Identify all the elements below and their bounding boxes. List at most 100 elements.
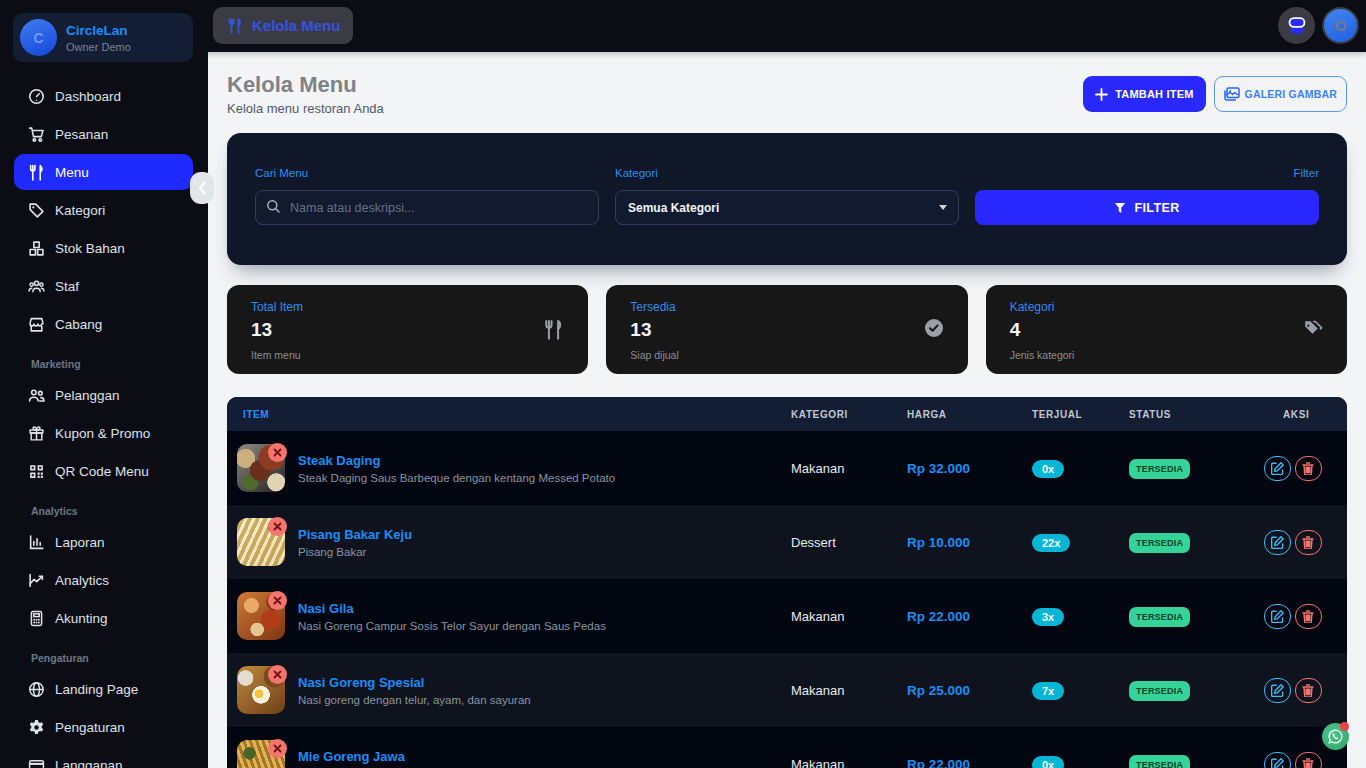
menu-item-name[interactable]: Nasi Goreng Spesial — [298, 675, 531, 690]
boxes-icon — [28, 240, 45, 257]
sidebar-item-dashboard[interactable]: Dashboard — [14, 78, 193, 114]
users-group-icon — [28, 278, 45, 295]
cart-icon — [28, 126, 45, 143]
add-item-button[interactable]: TAMBAH ITEM — [1083, 76, 1205, 112]
gallery-button[interactable]: GALERI GAMBAR — [1214, 76, 1347, 112]
remove-image-button[interactable] — [268, 665, 287, 684]
sold-badge: 22x — [1032, 534, 1070, 552]
sidebar: C CircleLan Owner Demo Dashboard Pesanan… — [0, 0, 208, 768]
sidebar-section-analytics: Analytics — [31, 505, 193, 518]
sidebar-item-kategori[interactable]: Kategori — [14, 192, 193, 228]
filter-label: Filter — [975, 166, 1319, 180]
trash-icon — [1302, 684, 1314, 697]
menu-item-description: Nasi goreng dengan telur, ayam, dan sayu… — [298, 694, 531, 706]
menu-item-photo — [237, 666, 285, 714]
topbar-page-badge: Kelola Menu — [213, 7, 353, 44]
edit-button[interactable] — [1264, 752, 1291, 768]
status-badge: TERSEDIA — [1129, 533, 1190, 553]
menu-item-category: Makanan — [791, 609, 907, 624]
stat-title: Kategori — [1010, 300, 1323, 314]
sidebar-profile-card[interactable]: C CircleLan Owner Demo — [13, 13, 193, 62]
sidebar-item-qr-code-menu[interactable]: QR Code Menu — [14, 453, 193, 489]
edit-icon — [1271, 462, 1284, 475]
edit-button[interactable] — [1264, 678, 1291, 703]
customers-icon — [28, 387, 45, 404]
user-avatar[interactable]: O — [1322, 7, 1359, 44]
sidebar-item-kupon-promo[interactable]: Kupon & Promo — [14, 415, 193, 451]
tag-icon — [28, 202, 45, 219]
menu-item-name[interactable]: Steak Daging — [298, 453, 615, 468]
menu-item-description: Pisang Bakar — [298, 546, 412, 558]
edit-icon — [1271, 758, 1284, 768]
qr-code-icon — [28, 463, 45, 480]
sidebar-item-landing-page[interactable]: Landing Page — [14, 671, 193, 707]
page-subtitle: Kelola menu restoran Anda — [227, 101, 384, 117]
table-row: Nasi Goreng Spesial Nasi goreng dengan t… — [227, 653, 1347, 727]
menu-item-category: Makanan — [791, 461, 907, 476]
sidebar-item-staf[interactable]: Staf — [14, 268, 193, 304]
remove-image-button[interactable] — [268, 739, 287, 758]
delete-button[interactable] — [1295, 604, 1322, 629]
table-row: Mie Goreng Jawa Mie goreng dengan bumbu … — [227, 727, 1347, 768]
edit-button[interactable] — [1264, 456, 1291, 481]
credit-card-icon — [28, 757, 45, 768]
delete-button[interactable] — [1295, 678, 1322, 703]
delete-button[interactable] — [1295, 752, 1322, 768]
brand-role: Owner Demo — [66, 41, 131, 53]
sold-badge: 7x — [1032, 682, 1064, 700]
sidebar-item-pengaturan[interactable]: Pengaturan — [14, 709, 193, 745]
sidebar-item-pelanggan[interactable]: Pelanggan — [14, 377, 193, 413]
menu-item-photo — [237, 444, 285, 492]
whatsapp-fab[interactable] — [1322, 723, 1349, 750]
sidebar-item-cabang[interactable]: Cabang — [14, 306, 193, 342]
remove-image-button[interactable] — [268, 517, 287, 536]
menu-item-name[interactable]: Nasi Gila — [298, 601, 606, 616]
stat-card-kategori: Kategori 4 Jenis kategori — [986, 285, 1347, 374]
notifications-button[interactable] — [1278, 7, 1315, 44]
report-icon — [28, 534, 45, 551]
sidebar-item-akunting[interactable]: Akunting — [14, 600, 193, 636]
search-input[interactable] — [255, 190, 599, 225]
menu-item-name[interactable]: Pisang Bakar Keju — [298, 527, 412, 542]
chevron-down-icon — [939, 205, 947, 210]
notification-dot — [1340, 722, 1349, 731]
sidebar-item-menu[interactable]: Menu — [14, 154, 193, 190]
stat-card-tersedia: Tersedia 13 Siap dijual — [606, 285, 967, 374]
sidebar-item-pesanan[interactable]: Pesanan — [14, 116, 193, 152]
stat-value: 4 — [1010, 319, 1323, 341]
sidebar-item-langganan[interactable]: Langganan — [14, 747, 193, 768]
sidebar-section-marketing: Marketing — [31, 358, 193, 371]
col-terjual: TERJUAL — [1032, 409, 1129, 420]
whatsapp-icon — [1327, 728, 1344, 745]
remove-image-button[interactable] — [268, 443, 287, 462]
gear-icon — [28, 719, 45, 736]
category-select[interactable]: Semua Kategori — [615, 190, 959, 225]
menu-table: ITEM KATEGORI HARGA TERJUAL STATUS AKSI … — [227, 397, 1347, 768]
edit-button[interactable] — [1264, 604, 1291, 629]
utensils-icon — [543, 318, 564, 345]
menu-item-name[interactable]: Mie Goreng Jawa — [298, 749, 493, 764]
sidebar-collapse-button[interactable] — [190, 172, 214, 204]
sidebar-item-analytics[interactable]: Analytics — [14, 562, 193, 598]
brand-name: CircleLan — [66, 23, 131, 38]
sidebar-item-laporan[interactable]: Laporan — [14, 524, 193, 560]
col-aksi: AKSI — [1253, 409, 1347, 420]
table-header: ITEM KATEGORI HARGA TERJUAL STATUS AKSI — [227, 397, 1347, 431]
status-badge: TERSEDIA — [1129, 607, 1190, 627]
stat-subtitle: Siap dijual — [630, 349, 943, 362]
col-item: ITEM — [227, 409, 791, 420]
sidebar-section-pengaturan: Pengaturan — [31, 652, 193, 665]
search-icon — [266, 199, 281, 218]
delete-button[interactable] — [1295, 456, 1322, 481]
filter-button[interactable]: FILTER — [975, 190, 1319, 225]
menu-item-price: Rp 22.000 — [907, 609, 1032, 624]
chart-line-icon — [28, 572, 45, 589]
stat-title: Total Item — [251, 300, 564, 314]
stat-card-total-item: Total Item 13 Item menu — [227, 285, 588, 374]
edit-button[interactable] — [1264, 530, 1291, 555]
menu-item-description: Steak Daging Saus Barbeque dengan kentan… — [298, 472, 615, 484]
remove-image-button[interactable] — [268, 591, 287, 610]
delete-button[interactable] — [1295, 530, 1322, 555]
sidebar-item-stok-bahan[interactable]: Stok Bahan — [14, 230, 193, 266]
col-harga: HARGA — [907, 409, 1032, 420]
